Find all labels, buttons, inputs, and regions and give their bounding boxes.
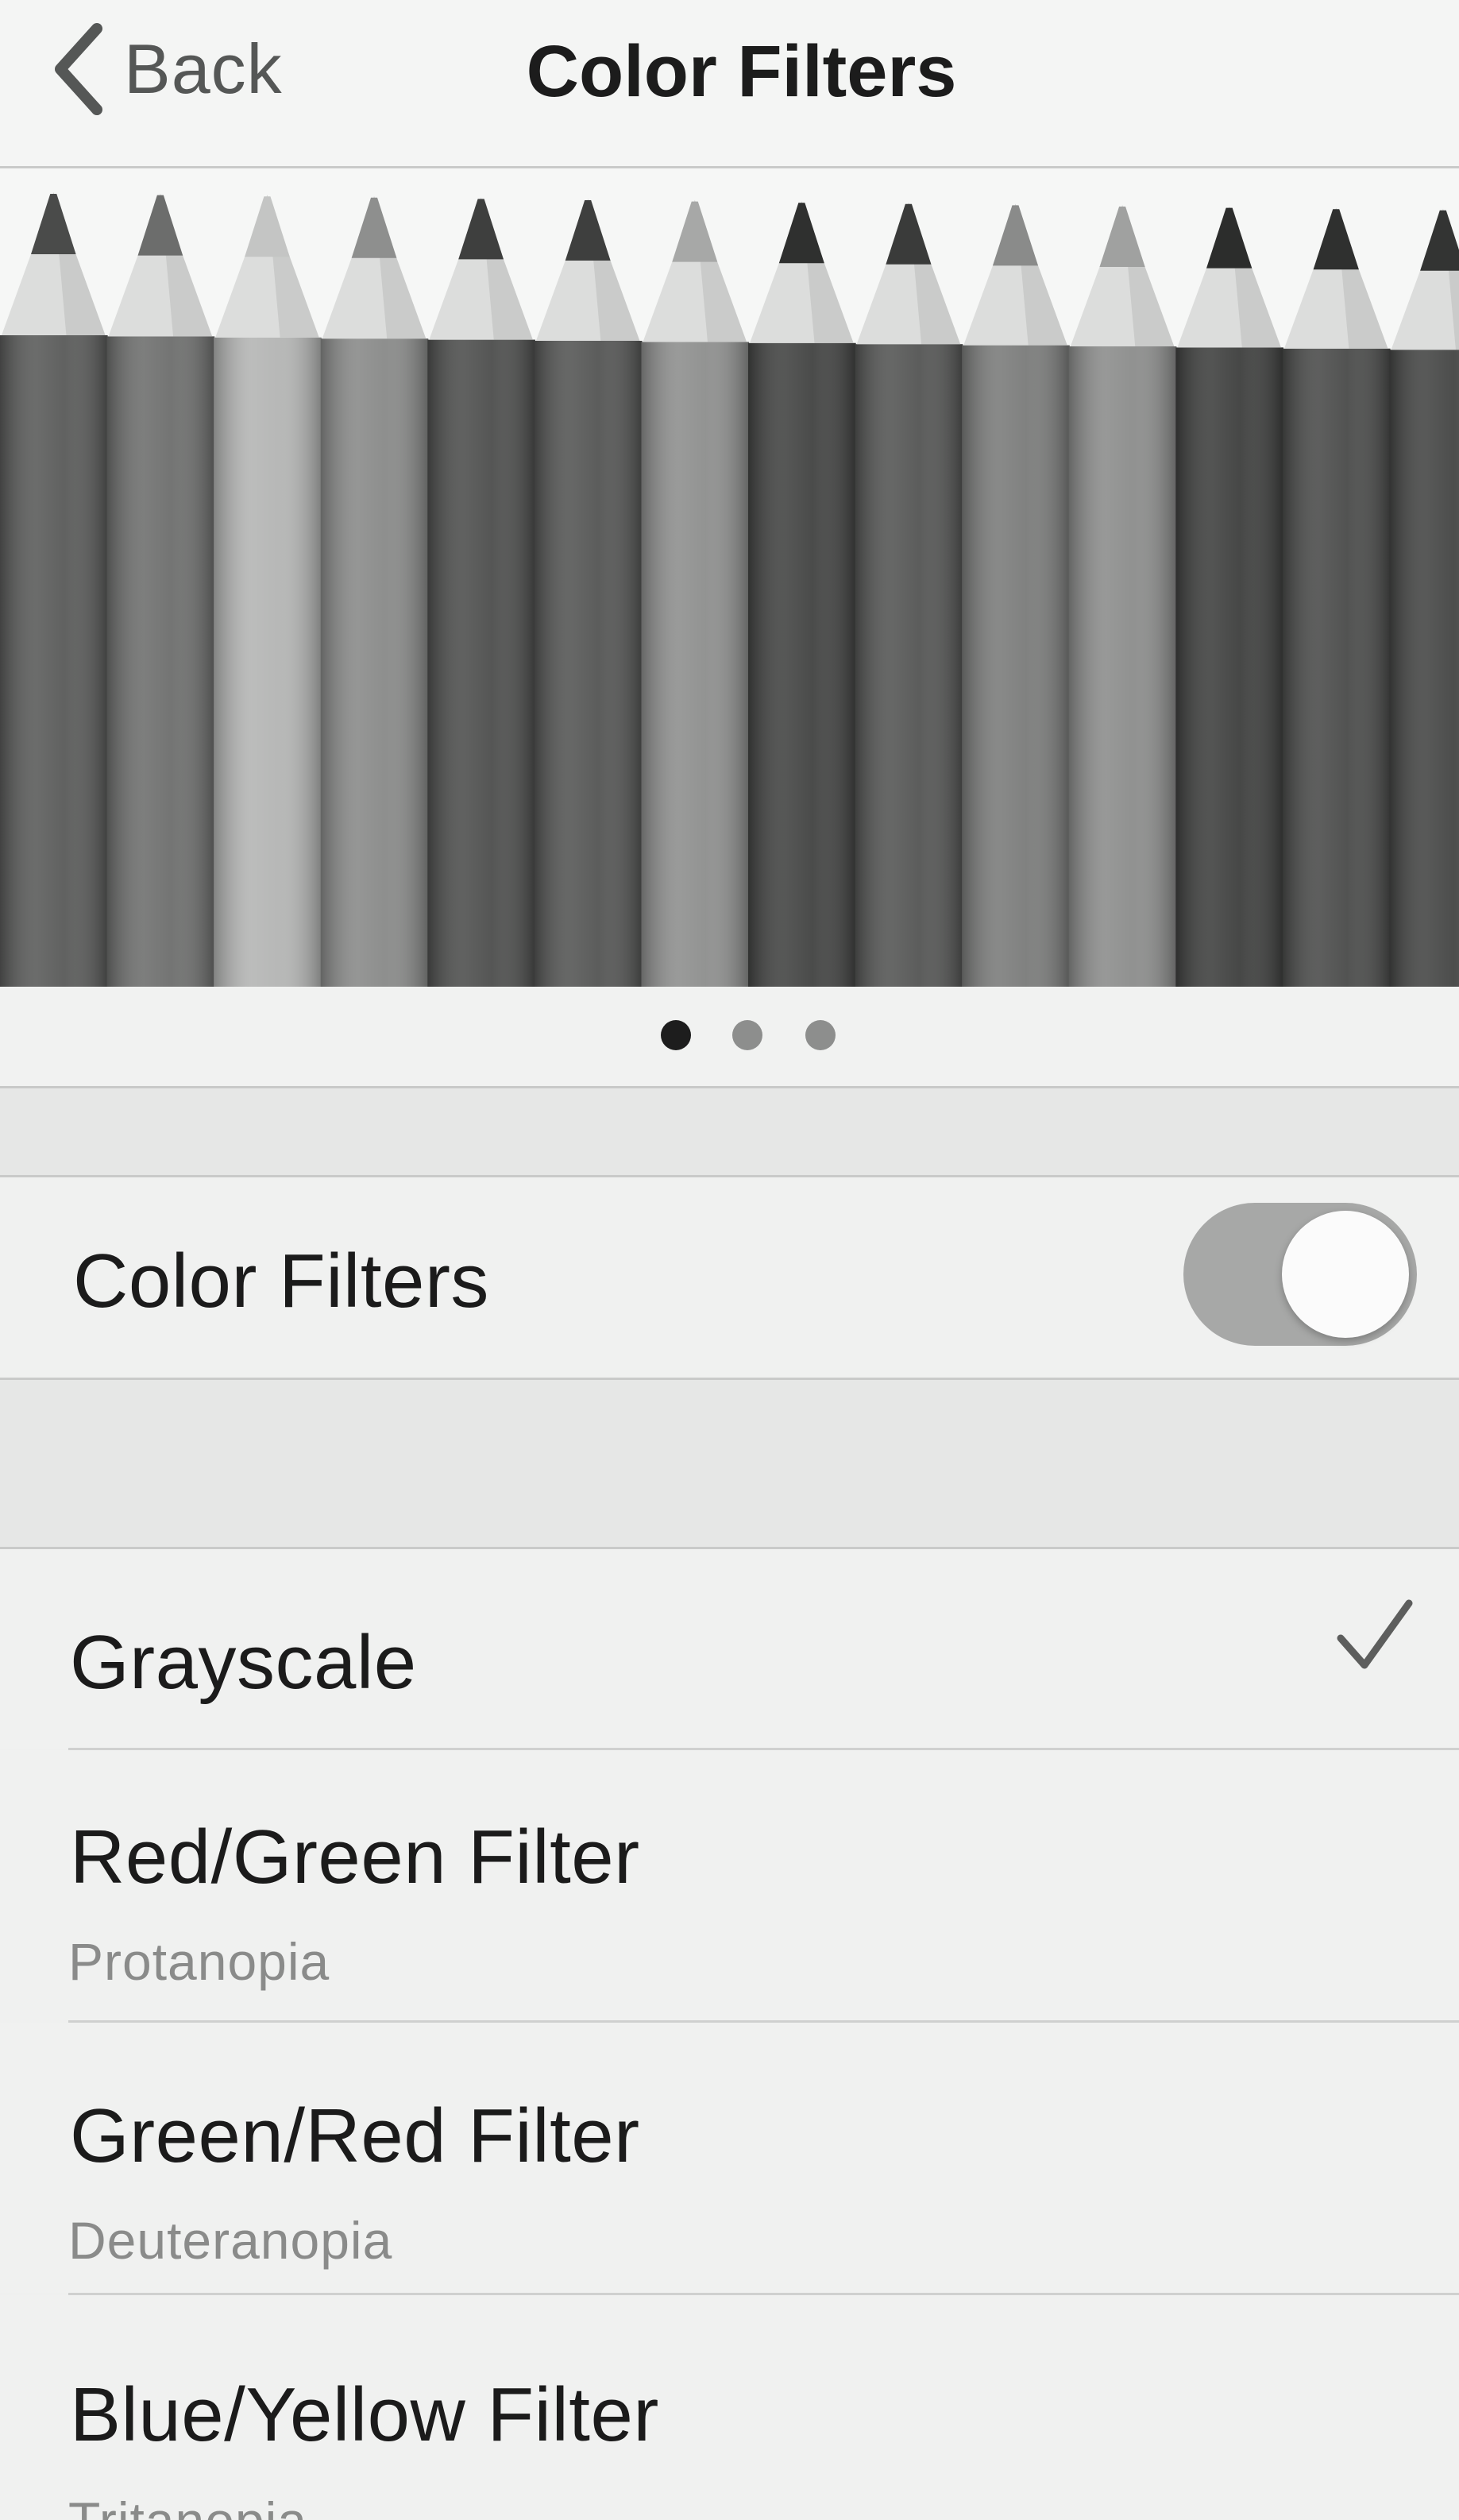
filter-title: Blue/Yellow Filter <box>70 2372 659 2457</box>
filter-option-green-red[interactable]: Green/Red Filter Deuteranopia <box>0 2023 1459 2293</box>
color-filters-switch[interactable] <box>1183 1203 1417 1346</box>
page-title: Color Filters <box>526 31 957 112</box>
pencil <box>427 197 535 987</box>
page-dot-1[interactable] <box>661 1020 691 1050</box>
pencil <box>320 195 429 987</box>
filter-title: Grayscale <box>70 1620 417 1705</box>
switch-knob <box>1282 1211 1409 1338</box>
filter-subtitle: Tritanopia <box>68 2491 307 2520</box>
navigation-bar: Back Color Filters <box>0 0 1459 168</box>
checkmark-icon <box>1337 1599 1413 1669</box>
filter-title: Green/Red Filter <box>70 2093 640 2178</box>
pencil <box>1389 208 1459 987</box>
page-control[interactable] <box>0 987 1459 1088</box>
pencil <box>1068 205 1177 987</box>
pencil <box>962 203 1070 987</box>
page-dot-2[interactable] <box>732 1020 762 1050</box>
pencil <box>1175 206 1283 987</box>
color-filters-label: Color Filters <box>73 1239 489 1324</box>
section-gap <box>0 1088 1459 1177</box>
pencil <box>1282 207 1391 987</box>
pencil <box>855 202 963 987</box>
filter-title: Red/Green Filter <box>70 1815 640 1900</box>
filter-preview-image[interactable] <box>0 168 1459 987</box>
filter-option-red-green[interactable]: Red/Green Filter Protanopia <box>0 1750 1459 2020</box>
pencil <box>748 201 856 987</box>
filter-subtitle: Protanopia <box>68 1932 330 1991</box>
filter-subtitle: Deuteranopia <box>68 2211 393 2270</box>
page-dot-3[interactable] <box>805 1020 836 1050</box>
pencil <box>214 195 322 987</box>
colored-pencils-illustration <box>0 192 1459 987</box>
section-gap <box>0 1380 1459 1548</box>
filter-option-blue-yellow[interactable]: Blue/Yellow Filter Tritanopia <box>0 2295 1459 2520</box>
filter-option-grayscale[interactable]: Grayscale <box>0 1549 1459 1749</box>
pencil <box>106 193 215 987</box>
pencil <box>534 199 643 987</box>
pencil <box>0 192 108 987</box>
pencil <box>641 199 750 987</box>
